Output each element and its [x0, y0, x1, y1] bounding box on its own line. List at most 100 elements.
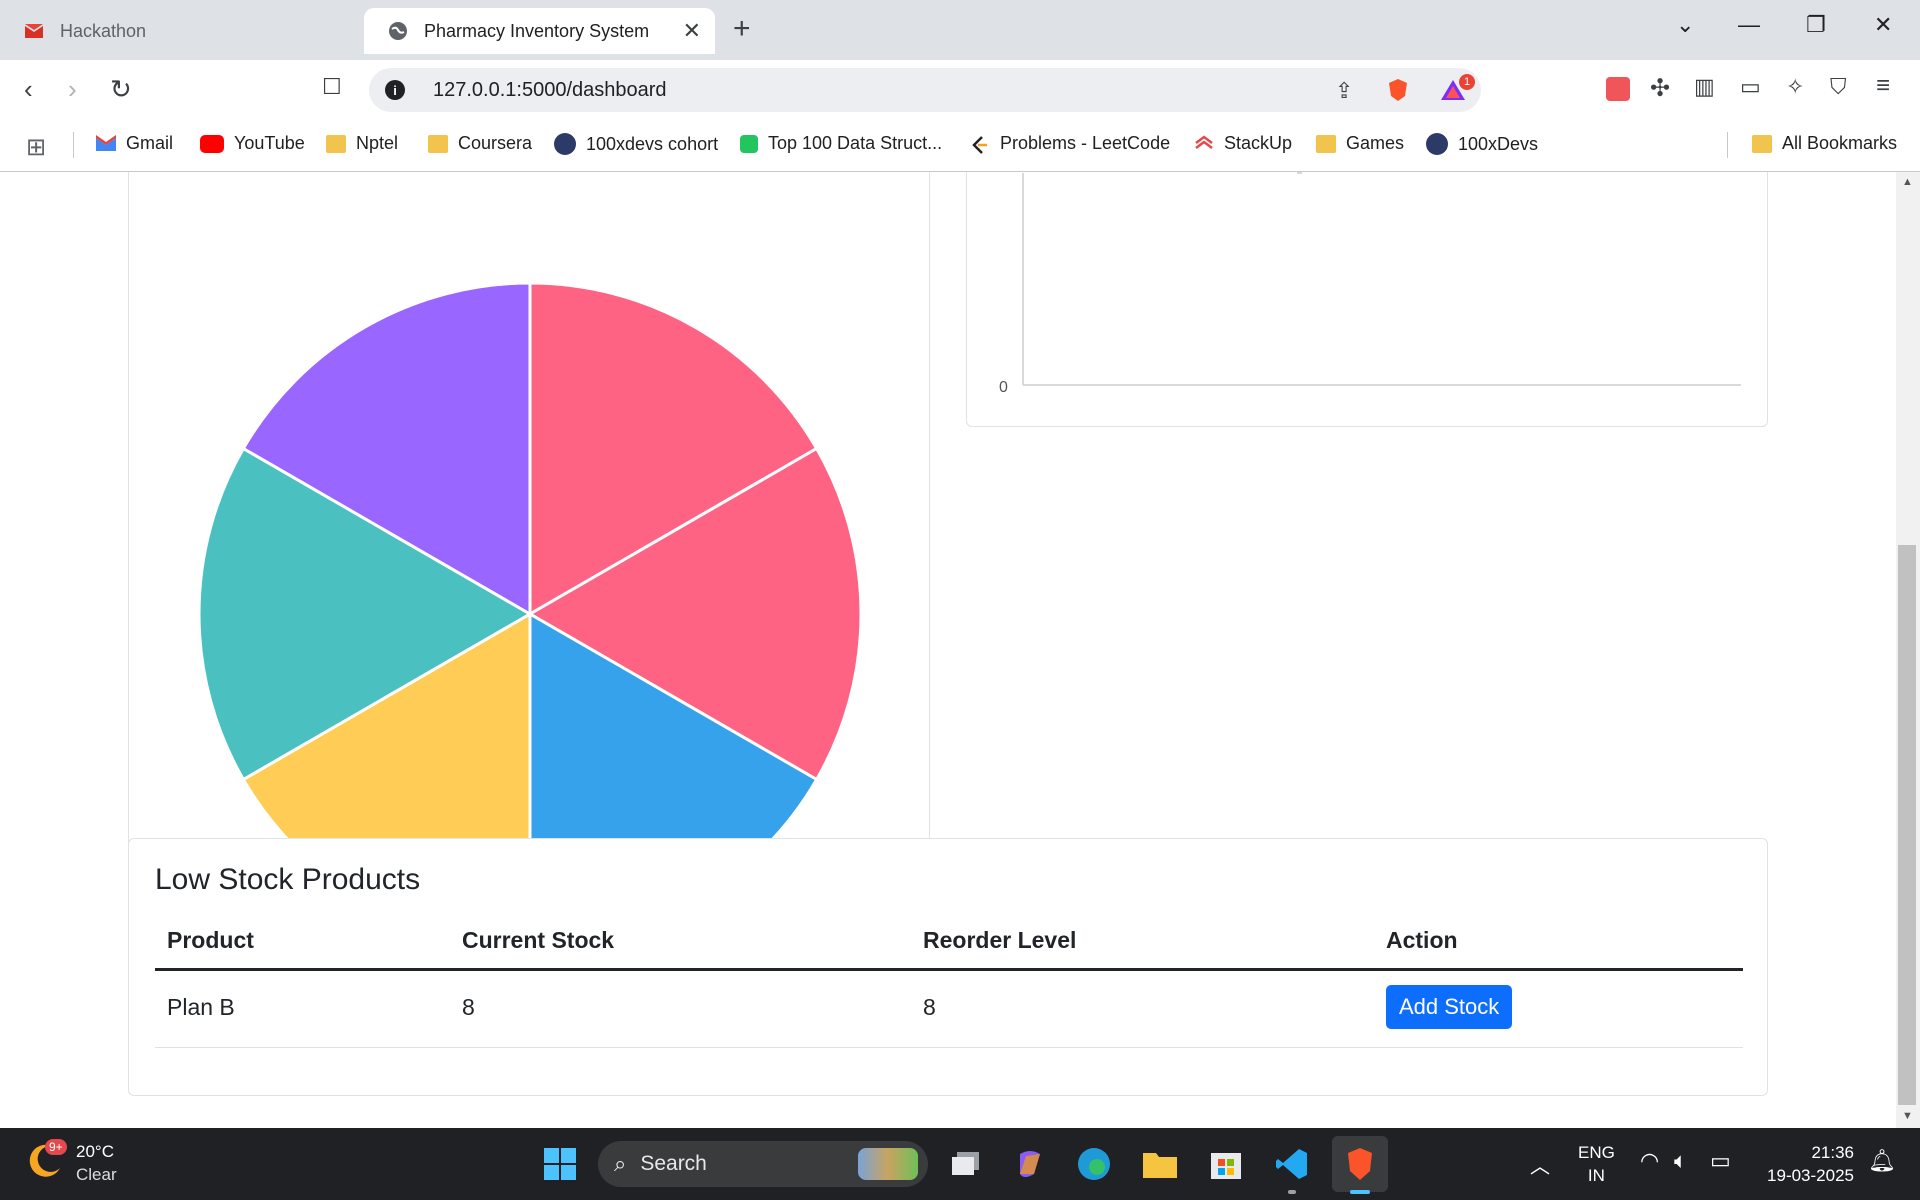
- search-icon: ⌕: [614, 1151, 627, 1176]
- cell-product: Plan B: [155, 969, 450, 1048]
- cell-current-stock: 8: [450, 969, 911, 1048]
- folder-icon: [326, 134, 346, 153]
- notification-bell-icon[interactable]: 🔔︎: [1868, 1148, 1896, 1174]
- cell-reorder-level: 8: [911, 969, 1374, 1048]
- extension-icon[interactable]: [1606, 77, 1630, 101]
- table-row: Plan B 8 8 Add Stock: [155, 969, 1743, 1048]
- low-stock-card: Low Stock Products Product Current Stock…: [128, 838, 1768, 1096]
- volume-icon[interactable]: 🔈︎: [1674, 1148, 1687, 1174]
- restore-icon[interactable]: ❐: [1806, 12, 1826, 38]
- notification-badge: 1: [1459, 74, 1475, 90]
- windows-start-icon[interactable]: [540, 1144, 580, 1184]
- folder-icon: [1316, 134, 1336, 153]
- col-current-stock: Current Stock: [450, 917, 911, 971]
- avatar-icon: [1426, 133, 1448, 155]
- globe-icon: [388, 21, 408, 41]
- running-indicator: [1288, 1190, 1296, 1194]
- task-view-icon[interactable]: [946, 1144, 986, 1184]
- folder-icon: [428, 134, 448, 153]
- tab-label: Pharmacy Inventory System: [424, 20, 650, 41]
- site-info-icon[interactable]: i: [385, 80, 405, 100]
- browser-tab-strip: Hackathon Pharmacy Inventory System ✕ + …: [0, 0, 1920, 60]
- bookmark-stackup[interactable]: StackUp: [1194, 133, 1292, 154]
- address-bar[interactable]: i 127.0.0.1:5000/dashboard ⇪ 1: [369, 68, 1481, 112]
- browser-toolbar: ‹ › ↻ ☐ i 127.0.0.1:5000/dashboard ⇪ 1 ✣…: [0, 60, 1920, 120]
- bookmark-100xdevs-cohort[interactable]: 100xdevs cohort: [554, 133, 718, 155]
- weather-temp: 20°C: [76, 1142, 114, 1161]
- windows-taskbar: 9+ 20°C Clear ⌕ Search ︿ ENG IN ◠ 🔈︎ ▭ 2…: [0, 1128, 1920, 1200]
- apps-grid-icon[interactable]: ⊞: [26, 133, 46, 162]
- share-icon[interactable]: ⇪: [1335, 78, 1353, 104]
- col-action: Action: [1374, 917, 1743, 971]
- stackup-icon: [1194, 134, 1214, 153]
- wifi-icon[interactable]: ◠: [1640, 1148, 1659, 1174]
- search-label: Search: [640, 1152, 707, 1175]
- low-stock-table: Product Current Stock Reorder Level Acti…: [155, 917, 1743, 1048]
- dashboard-page: 0 Low Stock Products Product Current Sto…: [0, 172, 1920, 1128]
- bookmarks-bar: ⊞ Gmail YouTube Nptel Coursera 100xdevs …: [0, 120, 1920, 172]
- folder-icon: [1752, 134, 1772, 153]
- low-stock-title: Low Stock Products: [155, 863, 421, 896]
- weather-badge: 9+: [45, 1139, 67, 1155]
- close-tab-icon[interactable]: ✕: [683, 18, 701, 44]
- taskbar-search[interactable]: ⌕ Search: [598, 1141, 928, 1187]
- scroll-thumb[interactable]: [1898, 545, 1916, 1105]
- reload-icon[interactable]: ↻: [110, 74, 132, 105]
- tray-chevron-up-icon[interactable]: ︿: [1530, 1150, 1550, 1179]
- bookmark-leetcode[interactable]: Problems - LeetCode: [970, 133, 1170, 154]
- avatar-icon: [554, 133, 576, 155]
- bookmark-nptel[interactable]: Nptel: [326, 133, 398, 154]
- bar-chart: 0: [999, 172, 1741, 396]
- weather-desc: Clear: [76, 1165, 117, 1184]
- forward-arrow-icon[interactable]: ›: [68, 74, 77, 105]
- bookmark-top-100-dsa[interactable]: Top 100 Data Struct...: [740, 133, 942, 154]
- copilot-icon[interactable]: [1010, 1144, 1050, 1184]
- bookmark-gmail[interactable]: Gmail: [96, 133, 173, 154]
- close-window-icon[interactable]: ✕: [1874, 12, 1892, 38]
- bookmark-coursera[interactable]: Coursera: [428, 133, 532, 154]
- active-indicator: [1350, 1190, 1370, 1194]
- scroll-up-icon[interactable]: ▲: [1902, 176, 1913, 188]
- language-indicator[interactable]: ENG IN: [1578, 1141, 1615, 1187]
- url-text[interactable]: 127.0.0.1:5000/dashboard: [433, 79, 667, 102]
- col-product: Product: [155, 917, 450, 971]
- scroll-down-icon[interactable]: ▼: [1902, 1110, 1913, 1122]
- bookmark-youtube[interactable]: YouTube: [200, 133, 305, 154]
- y-tick-zero: 0: [999, 379, 1008, 396]
- tab-label: Hackathon: [60, 20, 147, 41]
- wallet-icon[interactable]: ▭: [1740, 74, 1761, 100]
- sidebar-icon[interactable]: ▥: [1694, 74, 1715, 100]
- youtube-icon: [200, 134, 224, 153]
- bookmark-games[interactable]: Games: [1316, 133, 1404, 154]
- menu-icon[interactable]: ≡: [1876, 72, 1890, 100]
- col-reorder-level: Reorder Level: [911, 917, 1374, 971]
- bookmark-all-bookmarks[interactable]: All Bookmarks: [1752, 133, 1897, 154]
- vscode-icon[interactable]: [1272, 1144, 1312, 1184]
- leetcode-icon: [970, 135, 990, 154]
- add-stock-button[interactable]: Add Stock: [1386, 985, 1513, 1029]
- tab-search-chevron-icon[interactable]: ⌄: [1676, 12, 1694, 38]
- vpn-shield-icon[interactable]: ⛉: [1830, 74, 1847, 100]
- back-arrow-icon[interactable]: ‹: [24, 74, 33, 105]
- weather-text[interactable]: 20°C Clear: [76, 1140, 117, 1186]
- green-badge-icon: [740, 134, 758, 153]
- clock[interactable]: 21:36 19-03-2025: [1756, 1141, 1854, 1187]
- minimize-icon[interactable]: —: [1738, 12, 1760, 38]
- bookmark-100xdevs[interactable]: 100xDevs: [1426, 133, 1538, 155]
- file-explorer-icon[interactable]: [1140, 1144, 1180, 1184]
- bookmark-icon[interactable]: ☐: [322, 74, 342, 100]
- battery-icon[interactable]: ▭: [1710, 1148, 1731, 1174]
- divider: [1727, 132, 1728, 158]
- tab-pharmacy-inventory[interactable]: Pharmacy Inventory System ✕: [364, 8, 715, 54]
- microsoft-store-icon[interactable]: [1206, 1144, 1246, 1184]
- new-tab-button[interactable]: +: [733, 14, 751, 44]
- divider: [73, 132, 74, 158]
- leo-ai-icon[interactable]: ✧: [1786, 74, 1804, 100]
- clock-time: 21:36: [1811, 1143, 1854, 1162]
- tab-hackathon[interactable]: Hackathon: [0, 8, 358, 54]
- search-highlight-image: [858, 1148, 918, 1180]
- extensions-puzzle-icon[interactable]: ✣: [1650, 74, 1670, 103]
- edge-icon[interactable]: [1074, 1144, 1114, 1184]
- brave-shields-icon[interactable]: [1387, 78, 1409, 108]
- brave-browser-icon[interactable]: [1340, 1144, 1380, 1184]
